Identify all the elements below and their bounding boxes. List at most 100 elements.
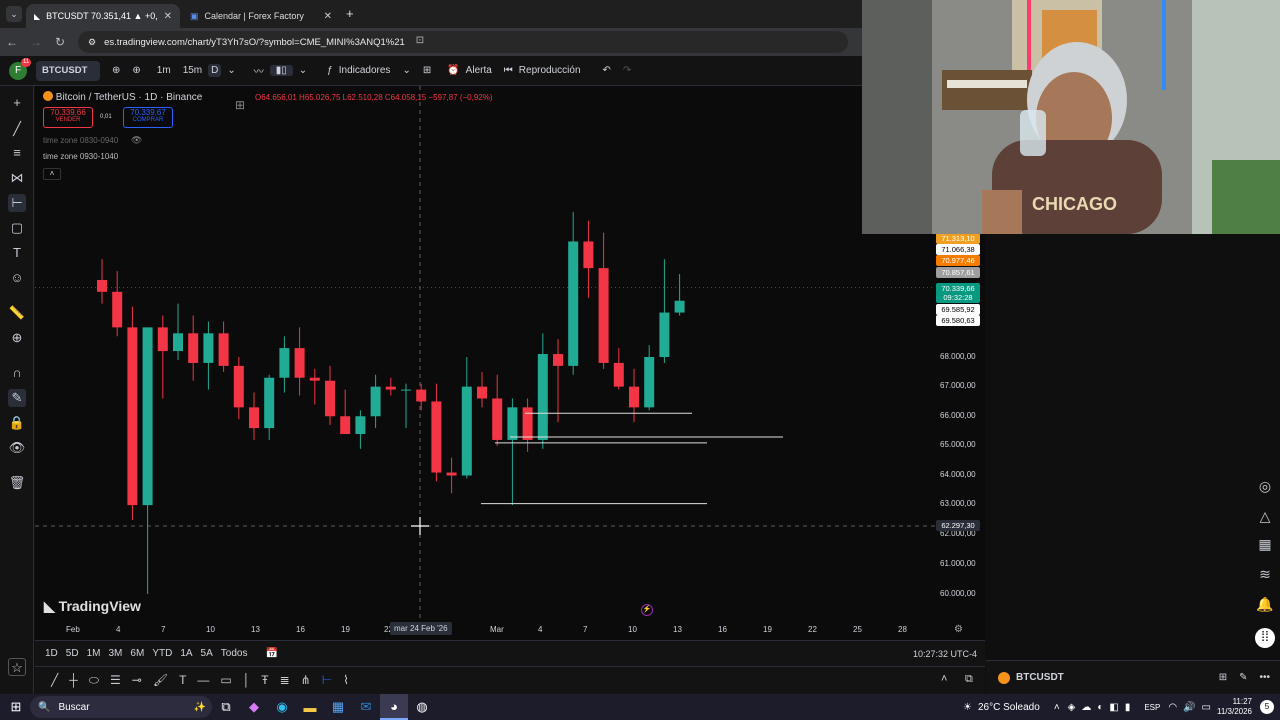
prediction-tool-icon[interactable]: ⊢ — [8, 194, 26, 212]
indicator-time-zone-2[interactable]: time zone 0930-1040 — [43, 152, 118, 161]
close-tab-icon[interactable]: ✕ — [164, 11, 172, 22]
avatar[interactable]: F 11 — [9, 57, 32, 80]
fib-tool-icon[interactable]: ≡ — [8, 144, 26, 162]
long-position-icon[interactable]: ⊢ — [322, 673, 332, 688]
apps-grid-icon[interactable]: ⁞⁞ — [1255, 628, 1275, 648]
calendar-icon[interactable]: ▦ — [1255, 536, 1275, 556]
battery-icon[interactable]: ▭ — [1202, 702, 1211, 713]
taskbar-search[interactable]: 🔍 Buscar ✨ — [30, 696, 212, 718]
tab-tradingview[interactable]: ◣ BTCUSDT 70.351,41 ▲ +0,58% ✕ — [26, 4, 180, 28]
more-icon[interactable]: ••• — [1259, 672, 1270, 683]
clock[interactable]: 11:27 11/3/2026 — [1217, 697, 1252, 717]
crosshair-tool-icon[interactable]: + — [8, 94, 26, 112]
edge-icon[interactable]: ◉ — [268, 694, 296, 720]
fib-retracement-icon[interactable]: ☰ — [110, 673, 121, 688]
chart-type-dropdown-icon[interactable]: ⌄ — [293, 65, 313, 76]
chrome-icon[interactable]: ◕ — [380, 694, 408, 720]
tray-icons[interactable]: ◈☁◐◧▮ — [1068, 702, 1137, 713]
candlestick-chart[interactable] — [35, 86, 985, 640]
pitchfork-icon[interactable]: ⋔ — [301, 673, 311, 688]
go-to-date-icon[interactable]: 📅 — [259, 648, 283, 659]
volume-icon[interactable]: 🔊 — [1183, 702, 1195, 713]
interval-dropdown-icon[interactable]: ⌄ — [221, 65, 241, 76]
clock-timezone[interactable]: 10:27:32 UTC-4 — [913, 649, 977, 659]
watchlist-symbol[interactable]: BTCUSDT — [1016, 672, 1064, 683]
range-3m[interactable]: 3M — [105, 648, 127, 659]
collapse-panel-icon[interactable]: ˄ — [941, 673, 947, 685]
notifications-icon[interactable]: 🔔 — [1255, 596, 1275, 616]
range-5a[interactable]: 5A — [197, 648, 217, 659]
zoom-icon[interactable]: ⊕ — [8, 329, 26, 347]
interval-1m[interactable]: 1m — [151, 65, 177, 76]
line-chart-icon[interactable]: 〰 — [248, 63, 270, 78]
range-1a[interactable]: 1A — [176, 648, 196, 659]
tab-forex-factory[interactable]: ▣ Calendar | Forex Factory ✕ — [182, 4, 340, 28]
indicators-icon[interactable]: ƒ — [321, 65, 339, 76]
interval-d[interactable]: D — [208, 64, 222, 77]
parallel-channel-icon[interactable]: ≣ — [280, 673, 290, 688]
trendline-tool-icon[interactable]: ╱ — [8, 120, 26, 138]
file-explorer-icon[interactable]: ▬ — [296, 694, 324, 720]
stay-in-drawing-icon[interactable]: ✎ — [8, 389, 26, 407]
sell-button[interactable]: 70.339,66 VENDER — [43, 107, 93, 128]
range-ytd[interactable]: YTD — [148, 648, 176, 659]
close-tab-icon[interactable]: ✕ — [324, 11, 332, 22]
ruler-icon[interactable]: 📏 — [8, 304, 26, 322]
install-app-icon[interactable]: ⊡ — [408, 35, 432, 46]
cross-line-icon[interactable]: ┼ — [69, 673, 78, 688]
replay-button[interactable]: Reproducción — [519, 65, 587, 76]
range-5d[interactable]: 5D — [62, 648, 83, 659]
store-icon[interactable]: ▦ — [324, 694, 352, 720]
range-1d[interactable]: 1D — [41, 648, 62, 659]
copilot-icon[interactable]: ◆ — [240, 694, 268, 720]
site-info-icon[interactable]: ⚙ — [88, 37, 96, 48]
visibility-icon[interactable]: 👁 — [8, 439, 26, 457]
lightning-icon[interactable]: ⚡ — [641, 604, 653, 616]
obs-icon[interactable]: ◍ — [408, 694, 436, 720]
wifi-icon[interactable]: ◠ — [1168, 702, 1177, 713]
language-indicator[interactable]: ESP — [1144, 703, 1160, 712]
replay-icon[interactable]: ⏮ — [498, 65, 519, 76]
layers-icon[interactable]: △ — [1255, 508, 1275, 528]
pattern-tool-icon[interactable]: ⋈ — [8, 169, 26, 187]
layout-icon[interactable]: ⊞ — [1219, 672, 1227, 683]
add-symbol-icon[interactable]: ⊕ — [126, 65, 146, 76]
edit-icon[interactable]: ✎ — [1239, 672, 1247, 683]
tab-list-icon[interactable]: ⌄ — [6, 6, 22, 22]
range-all[interactable]: Todos — [217, 648, 252, 659]
buy-button[interactable]: 70.339,67 COMPRAR — [123, 107, 173, 128]
url-field[interactable]: ⚙ es.tradingview.com/chart/yT3Yh7sO/?sym… — [78, 31, 848, 53]
task-view-icon[interactable]: ⧉ — [212, 694, 240, 720]
layout-grid-icon[interactable]: ⊞ — [417, 65, 437, 76]
maximize-icon[interactable]: ⧉ — [965, 673, 973, 686]
indicator-time-zone-1[interactable]: time zone 0830-0940 — [43, 136, 118, 145]
target-icon[interactable]: ◎ — [1255, 478, 1275, 498]
interval-15m[interactable]: 15m — [177, 65, 208, 76]
news-feed-icon[interactable]: ≋ — [1255, 566, 1275, 586]
emoji-tool-icon[interactable]: ☺ — [8, 269, 26, 287]
indicator-templates-icon[interactable]: ⌄ — [396, 65, 416, 76]
reload-icon[interactable]: ↻ — [48, 35, 72, 49]
weather-text[interactable]: 26°C Soleado — [978, 702, 1040, 713]
trendline-icon[interactable]: ╱ — [51, 673, 58, 688]
symbol-search-button[interactable]: BTCUSDT — [36, 60, 100, 81]
range-1m[interactable]: 1M — [83, 648, 105, 659]
horizontal-line-icon[interactable]: ― — [197, 673, 209, 688]
outlook-icon[interactable]: ✉ — [352, 694, 380, 720]
windows-start-icon[interactable]: ⊞ — [2, 694, 30, 720]
rectangle-icon[interactable]: ▭ — [220, 673, 231, 688]
indicators-button[interactable]: Indicadores — [339, 65, 397, 76]
horizontal-ray-icon[interactable]: ⊸ — [132, 673, 142, 688]
lock-icon[interactable]: 🔒 — [8, 414, 26, 432]
vertical-line-icon[interactable]: │ — [243, 673, 251, 688]
favorites-star-icon[interactable]: ☆ — [8, 658, 26, 676]
redo-icon[interactable]: ↷ — [617, 65, 637, 76]
text-note-icon[interactable]: Ŧ — [261, 673, 268, 688]
geometric-shapes-icon[interactable]: ▢ — [8, 219, 26, 237]
chevron-up-icon[interactable]: ˄ — [1054, 702, 1060, 713]
path-icon[interactable]: ⌇ — [343, 673, 349, 688]
magnet-icon[interactable]: ∩ — [8, 364, 26, 382]
chart-pane[interactable]: Bitcoin / TetherUS · 1D · Binance O64.65… — [35, 86, 985, 640]
back-icon[interactable]: ← — [0, 35, 24, 49]
notification-count[interactable]: 5 — [1260, 700, 1274, 714]
